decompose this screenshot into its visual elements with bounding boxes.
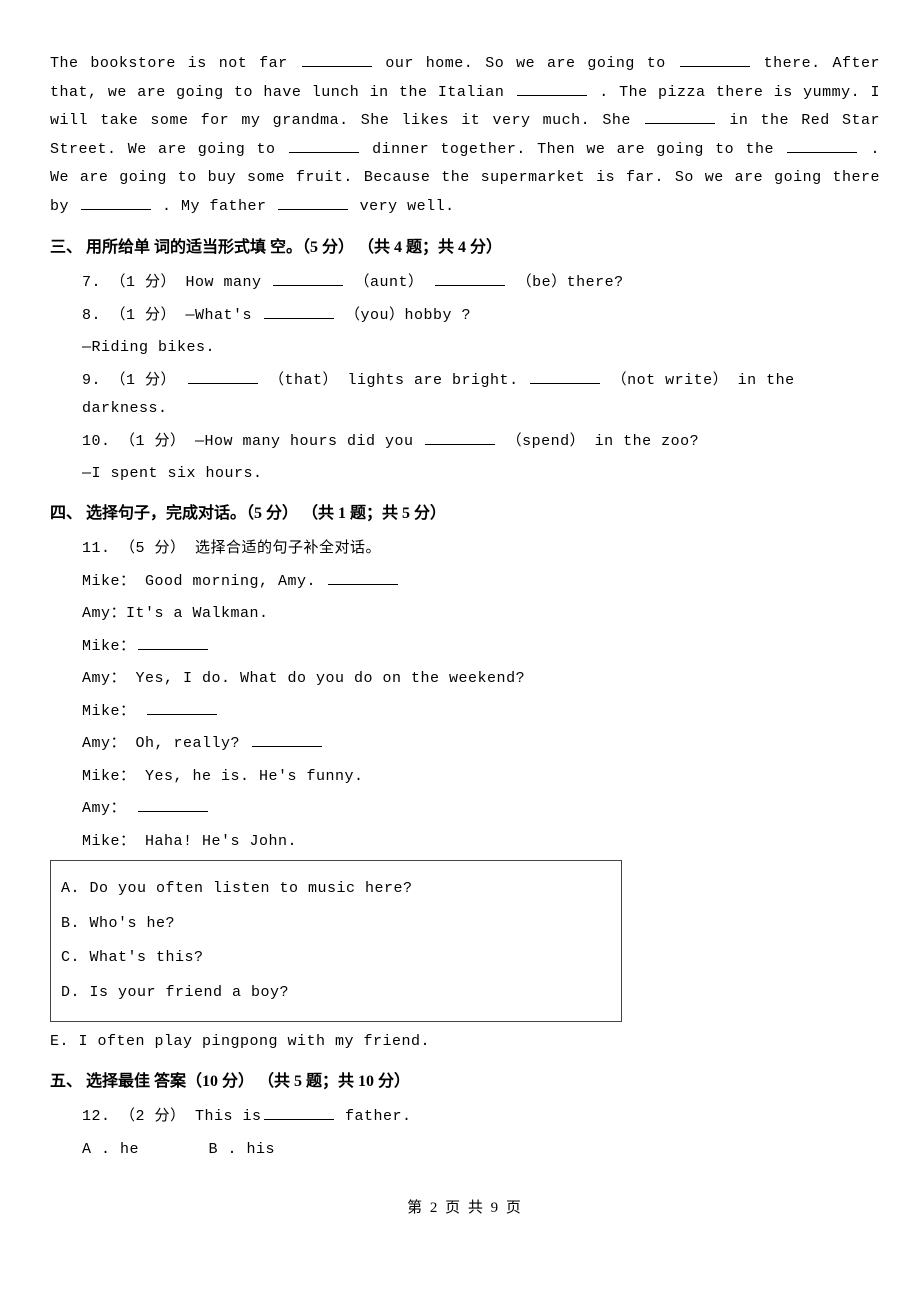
page-footer: 第 2 页 共 9 页 <box>50 1194 880 1223</box>
question-9: 9. （1 分） （that） lights are bright. （not … <box>82 367 880 424</box>
dialog-line-1: Mike： Good morning, Amy. <box>82 568 880 597</box>
question-10: 10. （1 分） —How many hours did you （spend… <box>82 428 880 457</box>
blank[interactable] <box>435 272 505 287</box>
blank[interactable] <box>302 53 372 68</box>
blank[interactable] <box>138 798 208 813</box>
blank[interactable] <box>530 369 600 384</box>
dialog-text: Amy： Oh, really? <box>82 735 250 752</box>
cloze-passage: The bookstore is not far our home. So we… <box>50 50 880 221</box>
choices-box: A. Do you often listen to music here? B.… <box>50 860 622 1022</box>
dialog-text: Mike： Good morning, Amy. <box>82 573 326 590</box>
choice-a: A. Do you often listen to music here? <box>61 875 611 904</box>
dialog-text: Mike： <box>82 703 145 720</box>
q-text: （spend） in the zoo? <box>507 433 700 450</box>
blank[interactable] <box>787 138 857 153</box>
blank[interactable] <box>273 272 343 287</box>
blank[interactable] <box>328 570 398 585</box>
blank[interactable] <box>289 138 359 153</box>
blank[interactable] <box>645 110 715 125</box>
blank[interactable] <box>680 53 750 68</box>
q-text: 10. （1 分） —How many hours did you <box>82 433 423 450</box>
q-text: father. <box>345 1108 412 1125</box>
dialog-line-4: Amy： Yes, I do. What do you do on the we… <box>82 665 880 694</box>
passage-text: . My father <box>162 198 276 215</box>
choice-e: E. I often play pingpong with my friend. <box>50 1028 880 1057</box>
q-text: 9. （1 分） <box>82 372 186 389</box>
passage-text: our home. So we are going to <box>385 55 677 72</box>
section-4-heading: 四、 选择句子，完成对话。（5 分） （共 1 题；共 5 分） <box>50 499 880 529</box>
passage-text: The bookstore is not far <box>50 55 300 72</box>
q-text: （be）there? <box>517 274 624 291</box>
blank[interactable] <box>147 700 217 715</box>
dialog-line-3: Mike： <box>82 633 880 662</box>
passage-text: dinner together. Then we are going to th… <box>372 141 785 158</box>
blank[interactable] <box>264 1106 334 1121</box>
dialog-line-5: Mike： <box>82 698 880 727</box>
dialog-text: Mike： <box>82 638 136 655</box>
blank[interactable] <box>278 195 348 210</box>
question-8: 8. （1 分） —What's （you）hobby ? <box>82 302 880 331</box>
blank[interactable] <box>517 81 587 96</box>
q-text: 12. （2 分） This is <box>82 1108 262 1125</box>
q-text: （that） lights are bright. <box>269 372 528 389</box>
question-12: 12. （2 分） This is father. <box>82 1103 880 1132</box>
question-10-answer: —I spent six hours. <box>82 460 880 489</box>
q-text: 7. （1 分） How many <box>82 274 271 291</box>
q-text: 8. （1 分） —What's <box>82 307 262 324</box>
dialog-text: Amy： <box>82 800 136 817</box>
question-12-options: A . he B . his <box>82 1136 880 1165</box>
q-text: （you）hobby ? <box>345 307 471 324</box>
question-11-intro: 11. （5 分） 选择合适的句子补全对话。 <box>82 535 880 564</box>
section-3-heading: 三、 用所给单 词的适当形式填 空。（5 分） （共 4 题；共 4 分） <box>50 233 880 263</box>
dialog-line-6: Amy： Oh, really? <box>82 730 880 759</box>
blank[interactable] <box>425 430 495 445</box>
question-7: 7. （1 分） How many （aunt） （be）there? <box>82 269 880 298</box>
section-5-heading: 五、 选择最佳 答案（10 分） （共 5 题；共 10 分） <box>50 1067 880 1097</box>
dialog-line-2: Amy：It's a Walkman. <box>82 600 880 629</box>
passage-text: very well. <box>360 198 455 215</box>
blank[interactable] <box>252 733 322 748</box>
dialog-line-7: Mike： Yes, he is. He's funny. <box>82 763 880 792</box>
choice-c: C. What's this? <box>61 944 611 973</box>
choice-d: D. Is your friend a boy? <box>61 979 611 1008</box>
choice-b: B. Who's he? <box>61 910 611 939</box>
question-8-answer: —Riding bikes. <box>82 334 880 363</box>
dialog-line-9: Mike： Haha! He's John. <box>82 828 880 857</box>
option-a[interactable]: A . he <box>82 1136 139 1165</box>
dialog-line-8: Amy： <box>82 795 880 824</box>
blank[interactable] <box>264 304 334 319</box>
q-text: （aunt） <box>355 274 434 291</box>
blank[interactable] <box>188 369 258 384</box>
blank[interactable] <box>81 195 151 210</box>
option-b[interactable]: B . his <box>209 1136 276 1165</box>
blank[interactable] <box>138 635 208 650</box>
